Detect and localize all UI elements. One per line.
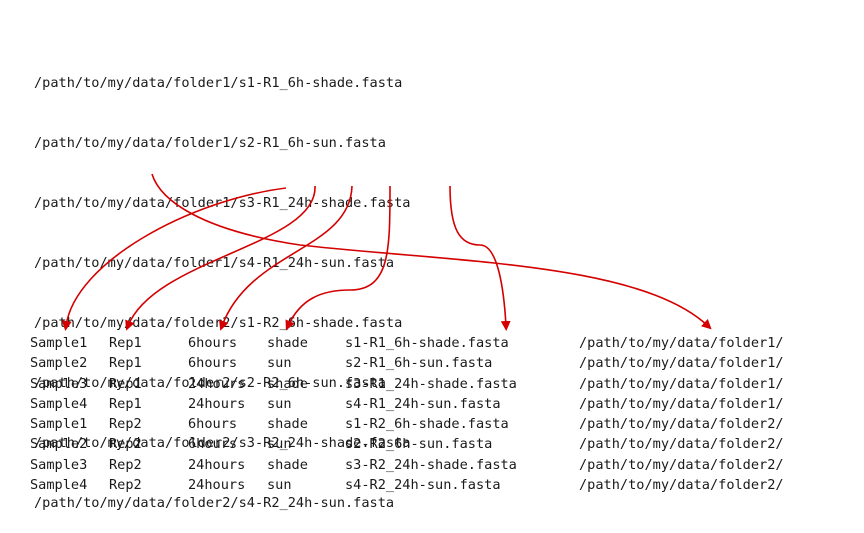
arrow-condition-column [285,185,391,331]
arrow-sample-column [61,187,287,331]
mapping-arrows [61,173,712,331]
arrow-filename-column [449,185,511,331]
arrow-rep-column [125,185,316,331]
arrow-folder-column [151,173,712,330]
arrow-time-column [219,185,353,331]
